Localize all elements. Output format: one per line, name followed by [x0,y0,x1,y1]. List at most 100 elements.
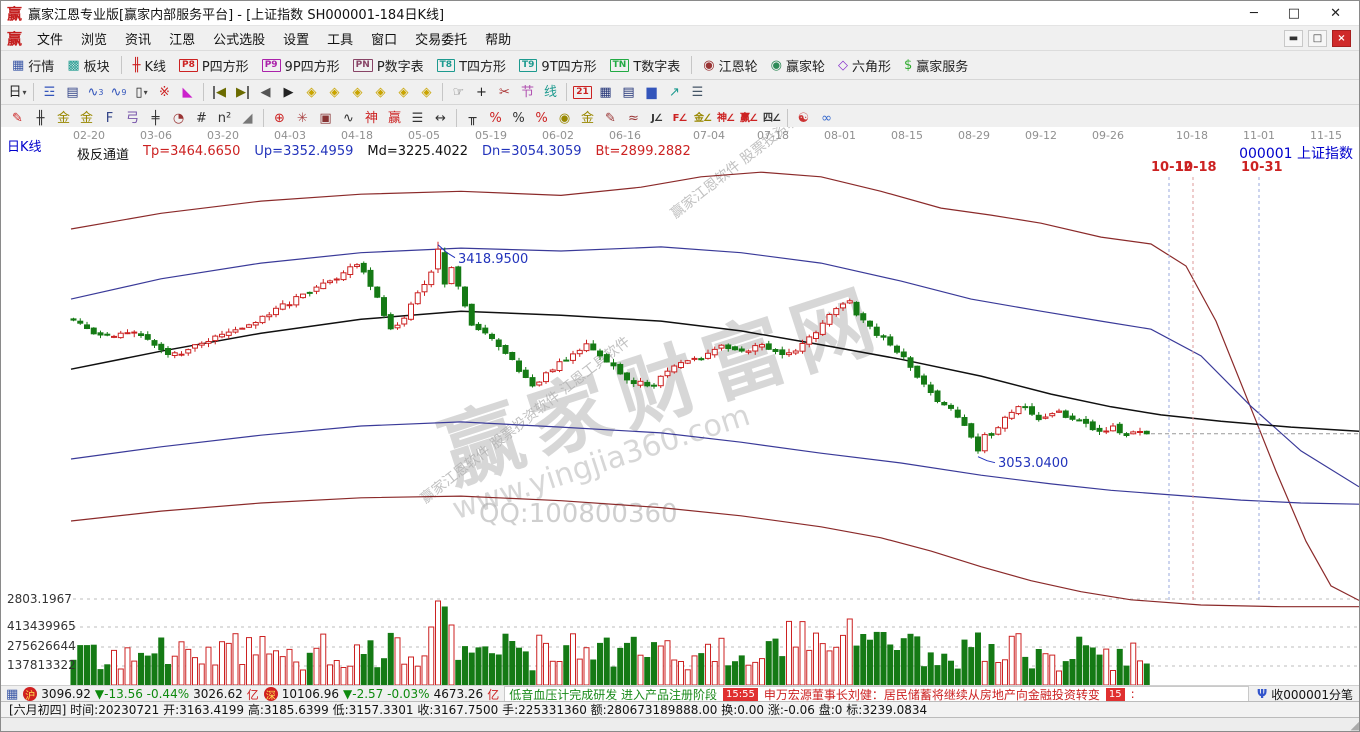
ruler-tool[interactable]: ☰ [406,108,429,128]
tick-grid-tool[interactable]: # [190,108,213,128]
j-angle-tool[interactable]: J∠ [645,108,668,128]
save-icon[interactable]: ▆ [640,82,663,102]
quotes-grid-icon[interactable]: ▦ [6,688,18,701]
n2-tool[interactable]: n² [213,108,236,128]
zigzag-view-icon[interactable]: ☲ [38,82,61,102]
span-arrow-tool[interactable]: ↔ [429,108,452,128]
cut-tool[interactable]: ✂ [493,82,516,102]
menu-浏览[interactable]: 浏览 [72,27,116,50]
first-page-button[interactable]: ◀ [208,82,231,102]
gann-web-tool[interactable]: ✳ [291,108,314,128]
gann-mark-icon[interactable]: ※ [153,82,176,102]
si-angle-tool[interactable]: 四∠ [760,108,783,128]
zoom-in-x-icon[interactable]: ◈ [323,82,346,102]
target-circle-tool[interactable]: ⊕ [268,108,291,128]
price-grid-tool[interactable]: ╪ [144,108,167,128]
menu-资讯[interactable]: 资讯 [116,27,160,50]
yinyang-icon[interactable]: ☯ [792,108,815,128]
gann-wheel-label: 江恩轮 [719,56,758,75]
gann-wheel-button[interactable]: ◉江恩轮 [697,54,763,77]
gold-circle-tool[interactable]: ◉ [553,108,576,128]
gold-square-tool[interactable]: 金 [75,108,98,128]
maximize-button[interactable]: □ [1288,6,1300,21]
color-chart-icon[interactable]: ◣ [176,82,199,102]
menu-公式选股[interactable]: 公式选股 [204,27,274,50]
calendar-icon[interactable]: 21 [571,82,594,102]
candle-style-icon[interactable]: ▯▾ [130,82,153,102]
news-ticker[interactable]: 低音血压计完成研发 进入产品注册阶段 15:55 申万宏源董事长刘健：居民储蓄将… [504,686,1249,702]
kline-chart-canvas[interactable]: 02-2003-0603-2004-0304-1805-0505-1906-02… [1,127,1360,685]
fib-percent-tool[interactable]: % [484,108,507,128]
expand-h-icon[interactable]: ◈ [346,82,369,102]
infinity-icon[interactable]: ∞ [815,108,838,128]
wave-tool[interactable]: ∿ [337,108,360,128]
gold-level-tool[interactable]: 金 [576,108,599,128]
ink-mark-tool[interactable]: ✎ [599,108,622,128]
export-icon[interactable]: ↗ [663,82,686,102]
shrink-h-icon[interactable]: ◈ [369,82,392,102]
last-page-button[interactable]: ▶ [231,82,254,102]
doc-minimize-button[interactable]: ▬ [1284,30,1303,47]
hexagon-button[interactable]: ◇六角形 [832,54,897,77]
winner-service-button[interactable]: $赢家服务 [898,54,974,77]
time-cycle-tool[interactable]: ◔ [167,108,190,128]
arc-tool[interactable]: 弓 [121,108,144,128]
print-icon-glyph: ☰ [692,86,704,99]
t-number-table-button[interactable]: TNT数字表 [604,54,687,77]
f-angle-tool[interactable]: F∠ [668,108,691,128]
gold-grid-tool[interactable]: 金 [52,108,75,128]
calculator-icon[interactable]: ▦ [594,82,617,102]
column-grid-tool[interactable]: ╥ [461,108,484,128]
gold-angle-tool[interactable]: 金∠ [691,108,714,128]
gann-grid-tool[interactable]: ╫ [29,108,52,128]
angle-wedge-tool[interactable]: ◢ [236,108,259,128]
spiral-tool[interactable]: ▣ [314,108,337,128]
menu-文件[interactable]: 文件 [28,27,72,50]
close-button[interactable]: ✕ [1330,6,1341,21]
expand-all-icon[interactable]: ◈ [392,82,415,102]
doc-restore-button[interactable]: □ [1308,30,1327,47]
minimize-button[interactable]: ─ [1250,6,1258,21]
menu-工具[interactable]: 工具 [318,27,362,50]
pen-tool[interactable]: ✎ [6,108,29,128]
crosshair-tool[interactable]: + [470,82,493,102]
prev-page-button[interactable]: ◀ [254,82,277,102]
gold-grid-tool-glyph: 金 [57,112,70,125]
print-icon[interactable]: ☰ [686,82,709,102]
f-square-tool[interactable]: F [98,108,121,128]
percent-level-tool[interactable]: % [530,108,553,128]
sectors-button[interactable]: ▩板块 [61,54,115,77]
hand-tool[interactable]: ☞ [447,82,470,102]
fit-screen-icon[interactable]: ◈ [415,82,438,102]
period-day-selector[interactable]: 日▾ [6,82,29,102]
shen-angle-tool[interactable]: 神∠ [714,108,737,128]
p-number-table-button[interactable]: PNP数字表 [347,54,430,77]
9t-square-button[interactable]: T99T四方形 [513,54,603,77]
ma9-icon[interactable]: ∿9 [107,82,130,102]
menu-帮助[interactable]: 帮助 [476,27,520,50]
menu-设置[interactable]: 设置 [274,27,318,50]
gann-line-tool[interactable]: 线 [539,82,562,102]
wave-band-tool[interactable]: ≈ [622,108,645,128]
doc-close-button[interactable]: × [1332,30,1351,47]
next-page-button[interactable]: ▶ [277,82,300,102]
9p-square-button[interactable]: P99P四方形 [256,54,346,77]
quotes-button[interactable]: ▦行情 [6,54,60,77]
menu-江恩[interactable]: 江恩 [160,27,204,50]
p-square-button[interactable]: P8P四方形 [173,54,255,77]
ma3-icon[interactable]: ∿3 [84,82,107,102]
info-panel-icon[interactable]: ▤ [61,82,84,102]
ying-grid-tool[interactable]: 赢 [383,108,406,128]
ying-angle-tool[interactable]: 赢∠ [737,108,760,128]
shen-grid-tool[interactable]: 神 [360,108,383,128]
winner-wheel-button[interactable]: ◉赢家轮 [765,54,831,77]
notes-icon[interactable]: ▤ [617,82,640,102]
resize-grip[interactable]: ◢ [1351,719,1359,732]
percent-tool[interactable]: % [507,108,530,128]
menu-交易委托[interactable]: 交易委托 [406,27,476,50]
menu-窗口[interactable]: 窗口 [362,27,406,50]
festival-line-tool[interactable]: 节 [516,82,539,102]
kline-button[interactable]: ╫K线 [127,54,172,77]
t-square-button[interactable]: T8T四方形 [431,54,512,77]
zoom-out-x-icon[interactable]: ◈ [300,82,323,102]
